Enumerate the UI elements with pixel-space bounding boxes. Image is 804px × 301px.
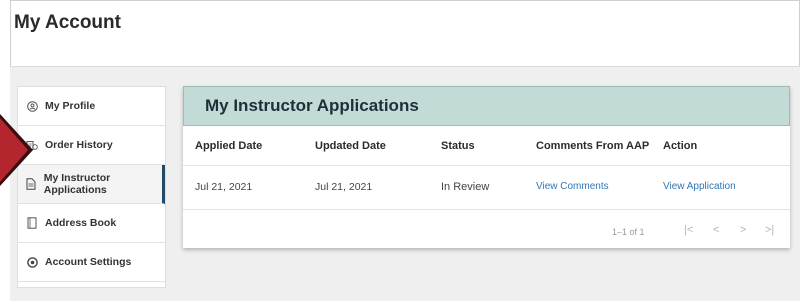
status-cell: In Review [441, 181, 490, 193]
row-divider [183, 165, 790, 166]
column-header-action: Action [663, 140, 698, 152]
sidebar-item-label: My Profile [45, 100, 96, 112]
sidebar-item-address-book[interactable]: Address Book [18, 204, 165, 243]
column-header-applied-date: Applied Date [195, 140, 263, 152]
sidebar-item-order-history[interactable]: Order History [18, 126, 165, 165]
column-header-status: Status [441, 140, 475, 152]
updated-date-cell: Jul 21, 2021 [315, 181, 373, 193]
column-header-updated-date: Updated Date [315, 140, 386, 152]
next-page-button[interactable]: > [740, 224, 746, 236]
sidebar-item-my-profile[interactable]: My Profile [18, 87, 165, 126]
applied-date-cell: Jul 21, 2021 [195, 181, 253, 193]
sidebar-item-label: Account Settings [45, 256, 132, 268]
settings-icon [26, 256, 38, 268]
sidebar-item-my-instructor-applications[interactable]: My Instructor Applications [18, 165, 165, 204]
row-divider [183, 209, 790, 210]
view-comments-link[interactable]: View Comments [536, 181, 609, 192]
card-title: My Instructor Applications [205, 96, 419, 115]
sidebar: My Profile Order History My Instructor A… [17, 86, 166, 288]
profile-icon [26, 100, 38, 112]
applications-card: My Instructor Applications Applied Date … [183, 86, 790, 248]
column-header-comments: Comments From AAP [536, 140, 650, 152]
page-title: My Account [14, 12, 121, 33]
sidebar-item-label: Order History [45, 139, 113, 151]
previous-page-button[interactable]: < [713, 224, 719, 236]
annotation-arrow [0, 118, 28, 182]
address-book-icon [26, 217, 38, 229]
view-application-link[interactable]: View Application [663, 181, 736, 192]
sidebar-item-account-settings[interactable]: Account Settings [18, 243, 165, 282]
first-page-button[interactable]: |< [684, 224, 693, 236]
sidebar-item-label: Address Book [45, 217, 117, 229]
pagination-range: 1–1 of 1 [612, 227, 645, 237]
last-page-button[interactable]: >| [765, 224, 774, 236]
card-header: My Instructor Applications [183, 86, 790, 126]
sidebar-item-label: My Instructor Applications [43, 172, 111, 196]
